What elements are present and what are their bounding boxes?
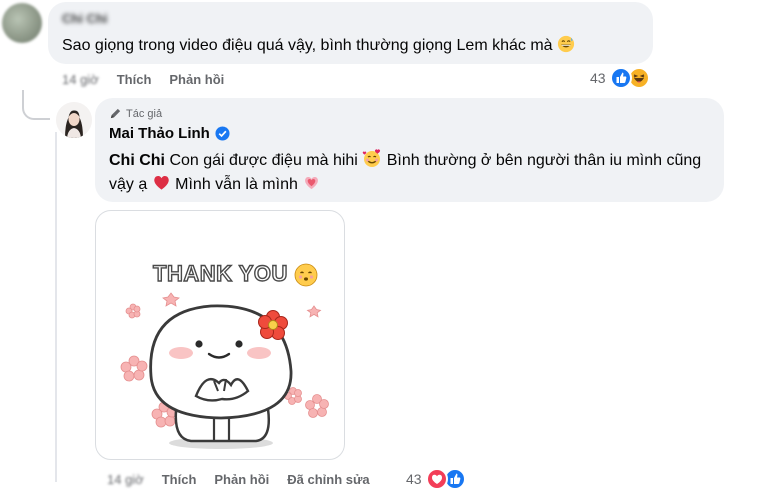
sparkling-heart-emoji-icon — [305, 176, 319, 190]
reply-text: Chi Chi Con gái được điệu mà hihi Bình t… — [109, 148, 709, 197]
commenter-avatar[interactable] — [2, 3, 42, 43]
sticker-attachment[interactable]: THANK YOU — [95, 210, 345, 460]
reaction-count: 43 — [406, 471, 422, 487]
comment-reactions[interactable]: 43 — [590, 67, 650, 89]
author-name: Mai Thảo Linh — [109, 125, 230, 142]
reaction-count: 43 — [590, 70, 606, 86]
edited-label: Đã chỉnh sửa — [287, 472, 370, 487]
mention-link[interactable]: Chi Chi — [109, 152, 165, 169]
comment-text: Sao giọng trong video điệu quá vậy, bình… — [62, 35, 575, 55]
thread-connector — [22, 90, 50, 120]
author-badge: Tác giả — [109, 107, 162, 120]
like-link[interactable]: Thích — [162, 472, 197, 487]
cute-mascot-illustration — [120, 292, 329, 449]
reply-bubble: Tác giả Mai Thảo Linh Chi Chi Con gái đư… — [95, 98, 724, 202]
reply-text-part1: Con gái được điệu mà hihi — [165, 152, 358, 169]
author-badge-label: Tác giả — [126, 107, 163, 120]
commenter-name[interactable]: Chi Chi — [62, 11, 108, 26]
reply-text-part3: Mình vẫn là mình — [170, 176, 298, 193]
like-link[interactable]: Thích — [117, 72, 152, 87]
author-name-text[interactable]: Mai Thảo Linh — [109, 125, 210, 142]
reply-link[interactable]: Phản hồi — [214, 472, 269, 487]
author-avatar[interactable] — [56, 102, 92, 138]
smiling-hearts-emoji-icon — [363, 149, 381, 167]
love-reaction-icon — [425, 468, 448, 490]
verified-badge-icon — [215, 126, 230, 141]
grinning-sweat-emoji-icon — [557, 35, 575, 53]
author-portrait-image — [56, 102, 92, 138]
reply-actions: 14 giờ Thích Phản hồi Đã chỉnh sửa — [107, 472, 388, 487]
reply-reactions[interactable]: 43 — [406, 468, 466, 490]
reply-link[interactable]: Phản hồi — [169, 72, 224, 87]
comment-bubble: Chi Chi Sao giọng trong video điệu quá v… — [48, 2, 653, 64]
pencil-icon — [110, 108, 121, 119]
comment-actions: 14 giờ Thích Phản hồi — [62, 72, 242, 87]
thread-line — [55, 132, 57, 482]
reply-time[interactable]: 14 giờ — [107, 472, 144, 487]
red-heart-emoji-icon — [153, 176, 169, 190]
like-reaction-icon — [609, 67, 632, 89]
comment-time[interactable]: 14 giờ — [62, 72, 99, 87]
